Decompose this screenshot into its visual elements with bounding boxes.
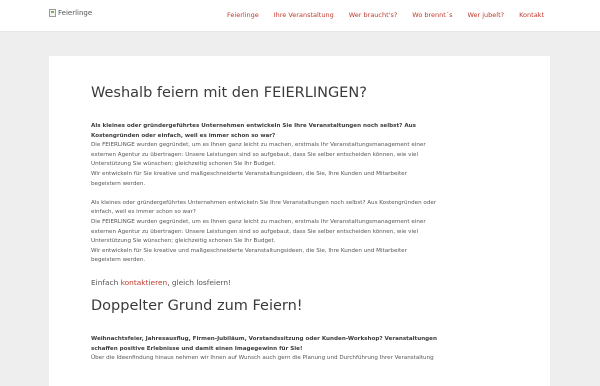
cta-suffix: , gleich losfeiern! [167, 277, 232, 287]
text-line: Über die Ideenfindung hinaus nehmen wir … [91, 355, 434, 362]
broken-image-icon [49, 9, 56, 17]
section-title: Doppelter Grund zum Feiern! [91, 297, 303, 314]
text-line: Die FEIERLINGE wurden gegründet, um es I… [91, 218, 426, 225]
contact-link[interactable]: kontaktieren [121, 278, 168, 287]
nav-item-wer-jubelt[interactable]: Wer jubelt? [467, 11, 504, 19]
text-line: Wir entwickeln für Sie kreative und maßg… [91, 170, 407, 177]
text-line: Unterstützung Sie wünschen; gleichzeitig… [91, 238, 276, 245]
nav-item-wer-braucht[interactable]: Wer braucht's? [349, 11, 398, 19]
site-logo[interactable]: Feierlinge [49, 9, 92, 17]
article-content: Weshalb feiern mit den FEIERLINGEN? Als … [91, 84, 511, 364]
nav-item-feierlinge[interactable]: Feierlinge [227, 11, 259, 19]
intro-line: schaffen positive Erlebnisse und damit e… [91, 345, 303, 352]
intro-line: Weihnachtsfeier, Jahresausflug, Firmen-J… [91, 335, 437, 342]
nav-item-wo-brennt[interactable]: Wo brennt´s [412, 11, 452, 19]
text-line: einfach, weil es immer schon so war? [91, 209, 196, 216]
intro-line: Als kleines oder gründergeführtes Untern… [91, 123, 416, 129]
section2-paragraph: Weihnachtsfeier, Jahresausflug, Firmen-J… [91, 335, 511, 364]
page-title: Weshalb feiern mit den FEIERLINGEN? [91, 85, 367, 101]
nav-item-ihre-veranstaltung[interactable]: Ihre Veranstaltung [274, 11, 334, 19]
text-line: Wir entwickeln für Sie kreative und maßg… [91, 247, 407, 254]
nav-item-kontakt[interactable]: Kontakt [519, 11, 544, 19]
text-line: externen Agentur zu übertragen: Unsere L… [91, 151, 419, 158]
text-line: Als kleines oder gründergeführtes Untern… [91, 199, 437, 206]
logo-alt-text: Feierlinge [58, 9, 93, 17]
text-line: Die FEIERLINGE wurden gegründet, um es I… [91, 142, 426, 149]
cta-line: Einfach kontaktieren, gleich losfeiern! [91, 278, 511, 287]
content-card: Weshalb feiern mit den FEIERLINGEN? Als … [49, 56, 550, 386]
site-header: Feierlinge Feierlinge Ihre Veranstaltung… [0, 0, 600, 32]
intro-paragraph: Als kleines oder gründergeführtes Untern… [91, 122, 511, 266]
text-line: begeistern werden. [91, 180, 146, 187]
cta-prefix: Einfach [91, 277, 121, 287]
text-line: begeistern werden. [91, 257, 146, 264]
main-nav: Feierlinge Ihre Veranstaltung Wer brauch… [227, 11, 544, 19]
intro-line: Kostengründen oder einfach, weil es imme… [91, 132, 276, 139]
text-line: Unterstützung Sie wünschen; gleichzeitig… [91, 161, 276, 168]
text-line: externen Agentur zu übertragen: Unsere L… [91, 228, 419, 235]
